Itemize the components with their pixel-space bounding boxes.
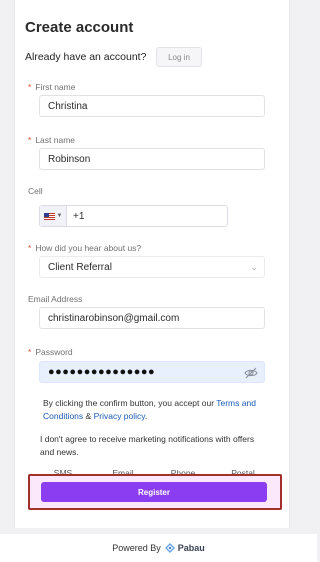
- password-value: ●●●●●●●●●●●●●●●: [48, 366, 156, 378]
- first-name-label: * First name: [28, 82, 76, 92]
- country-code: +1: [73, 210, 85, 222]
- chevron-down-icon: ⌄: [250, 262, 258, 272]
- last-name-input[interactable]: Robinson: [39, 148, 265, 170]
- email-label: Email Address: [28, 294, 83, 304]
- cell-label: Cell: [28, 186, 43, 196]
- required-asterisk: *: [28, 82, 32, 92]
- cell-phone-input[interactable]: ▼ +1: [39, 205, 228, 227]
- register-highlight: Register: [28, 474, 282, 510]
- referral-select[interactable]: Client Referral ⌄: [39, 256, 265, 278]
- pabau-logo-icon: [164, 543, 175, 553]
- last-name-label: * Last name: [28, 135, 76, 145]
- required-asterisk: *: [28, 243, 32, 253]
- first-name-input[interactable]: Christina: [39, 95, 265, 117]
- page-title: Create account: [25, 19, 134, 36]
- password-input[interactable]: ●●●●●●●●●●●●●●●: [39, 361, 265, 383]
- required-asterisk: *: [28, 135, 32, 145]
- country-selector[interactable]: ▼: [40, 206, 67, 226]
- pabau-logo: Pabau: [164, 543, 205, 553]
- terms-text: By clicking the confirm button, you acce…: [43, 398, 256, 421]
- privacy-policy-link[interactable]: Privacy policy: [94, 411, 145, 421]
- password-label: * Password: [28, 347, 73, 357]
- register-button[interactable]: Register: [41, 482, 267, 502]
- footer: Powered By Pabau: [0, 534, 317, 562]
- chevron-down-icon: ▼: [56, 213, 63, 219]
- marketing-notice: I don't agree to receive marketing notif…: [40, 434, 255, 457]
- required-asterisk: *: [28, 347, 32, 357]
- brand-name: Pabau: [177, 543, 205, 553]
- us-flag-icon: [43, 212, 55, 220]
- eye-off-icon[interactable]: [244, 366, 258, 380]
- powered-by-text: Powered By: [112, 543, 161, 553]
- already-have-account-text: Already have an account?: [25, 51, 147, 63]
- login-button[interactable]: Log in: [156, 47, 202, 67]
- referral-value: Client Referral: [48, 261, 112, 273]
- email-input[interactable]: christinarobinson@gmail.com: [39, 307, 265, 329]
- referral-label: * How did you hear about us?: [28, 243, 142, 253]
